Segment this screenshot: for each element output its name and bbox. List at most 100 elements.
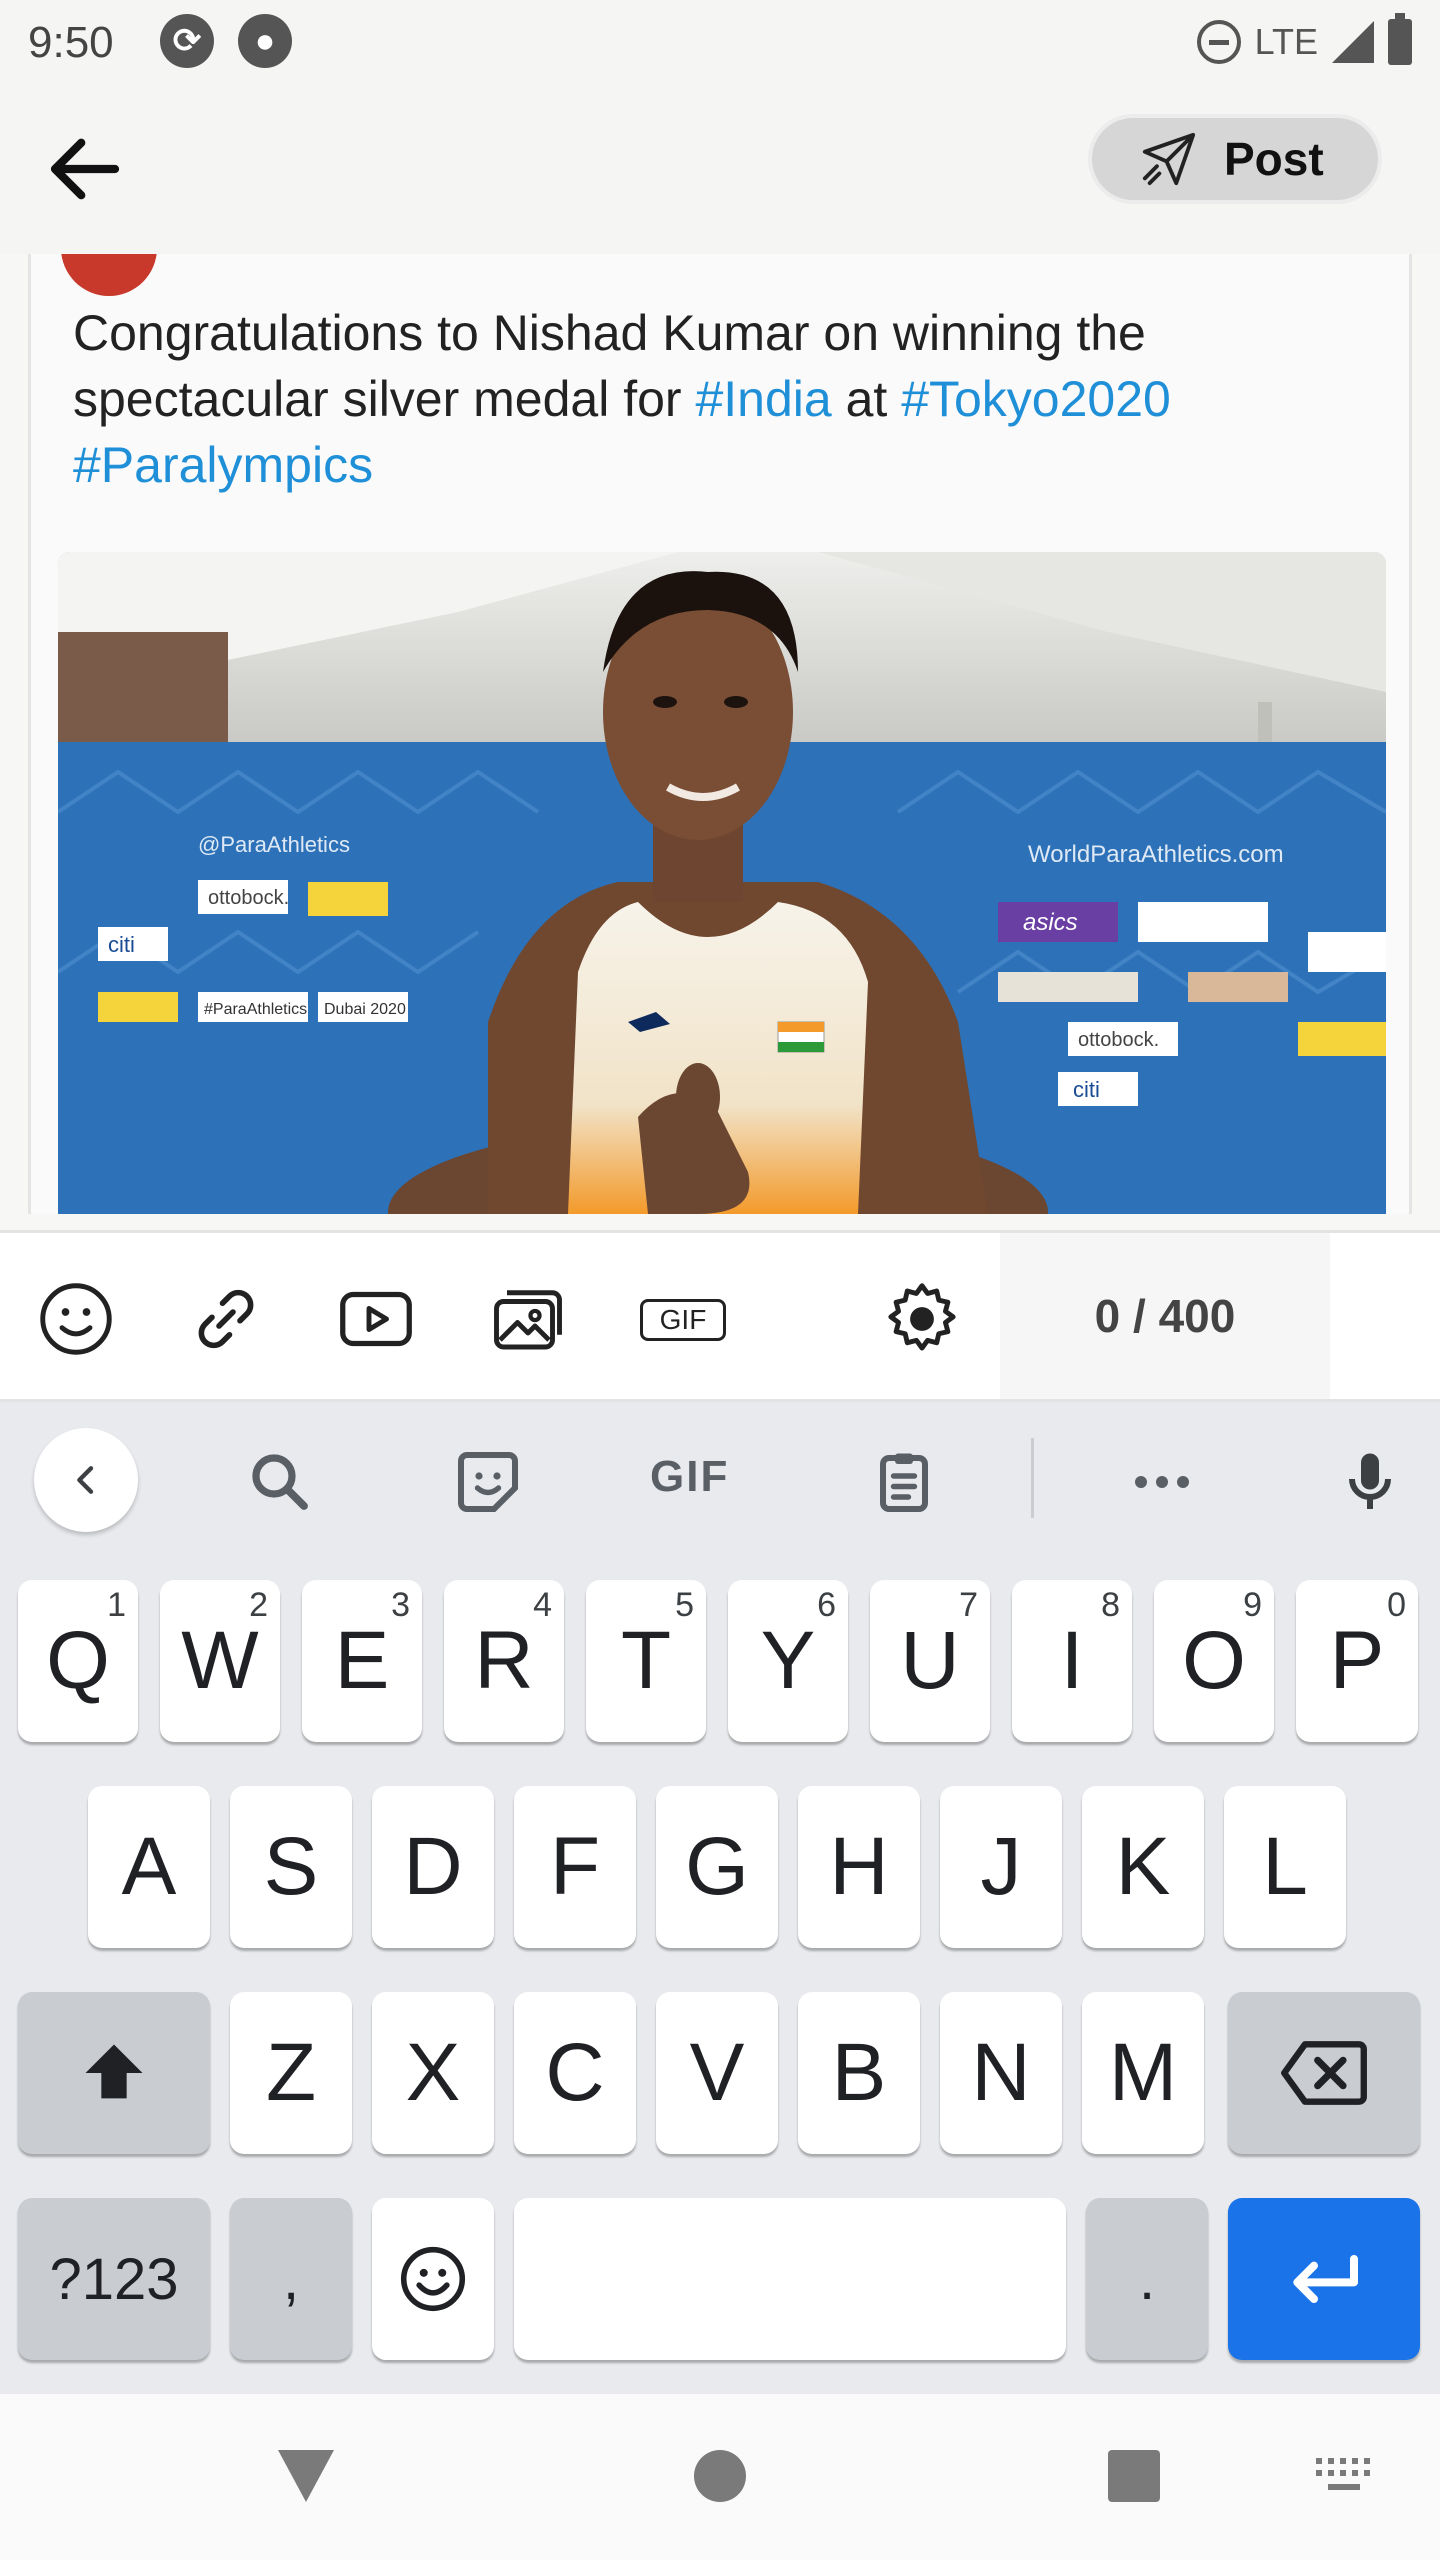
key-hint: 0 <box>1387 1586 1406 1624</box>
hashtag-tokyo2020[interactable]: #Tokyo2020 <box>901 371 1171 427</box>
key-e[interactable]: E3 <box>302 1580 422 1742</box>
do-not-disturb-icon <box>1196 20 1241 64</box>
toolbar-divider <box>1031 1438 1034 1518</box>
key-x[interactable]: X <box>372 1992 494 2154</box>
status-bar: 9:50 ⟳ ● LTE <box>0 0 1440 84</box>
keyboard-collapse-button[interactable] <box>34 1428 138 1532</box>
status-time: 9:50 <box>28 18 114 67</box>
keyboard-switch-icon[interactable] <box>1314 2456 1374 2496</box>
photo-sponsor-ottobock: ottobock. <box>208 887 289 909</box>
key-b[interactable]: B <box>798 1992 920 2154</box>
microphone-icon[interactable] <box>1334 1446 1406 1518</box>
key-k[interactable]: K <box>1082 1786 1204 1948</box>
more-options-icon[interactable] <box>1126 1446 1198 1518</box>
key-label: Q <box>46 1615 110 1706</box>
key-c[interactable]: C <box>514 1992 636 2154</box>
key-label: W <box>181 1615 259 1706</box>
key-hint: 4 <box>533 1586 552 1624</box>
symbols-key[interactable]: ?123 <box>18 2198 210 2360</box>
key-g[interactable]: G <box>656 1786 778 1948</box>
photo-sponsor-asics: asics <box>1023 909 1078 936</box>
post-button-label: Post <box>1224 133 1324 185</box>
key-label: I <box>1060 1615 1084 1706</box>
backspace-icon <box>1281 2041 1367 2105</box>
settings-icon[interactable] <box>880 1277 964 1361</box>
post-button[interactable]: Post <box>1088 114 1382 204</box>
shift-key[interactable] <box>18 1992 210 2154</box>
comma-key[interactable]: , <box>230 2198 352 2360</box>
post-preview-card: Congratulations to Nishad Kumar on winni… <box>28 254 1412 1214</box>
send-icon <box>1142 132 1196 186</box>
soft-keyboard: GIF Q1 W2 E3 R4 T5 Y6 U7 I8 O9 P0 A S D … <box>0 1402 1440 2394</box>
key-hint: 8 <box>1101 1586 1120 1624</box>
key-r[interactable]: R4 <box>444 1580 564 1742</box>
key-m[interactable]: M <box>1082 1992 1204 2154</box>
key-v[interactable]: V <box>656 1992 778 2154</box>
photo-sponsor-citi: citi <box>108 932 135 957</box>
post-photo: @ParaAthletics WorldParaAthletics.com ot… <box>58 552 1386 1214</box>
hashtag-paralympics[interactable]: #Paralympics <box>73 437 373 493</box>
key-hint: 9 <box>1243 1586 1262 1624</box>
key-w[interactable]: W2 <box>160 1580 280 1742</box>
link-icon[interactable] <box>184 1277 268 1361</box>
key-hint: 6 <box>817 1586 836 1624</box>
back-arrow-icon[interactable] <box>40 124 130 214</box>
character-counter: 0 / 400 <box>1000 1233 1330 1399</box>
keyboard-suggestion-bar: GIF <box>0 1402 1440 1552</box>
key-l[interactable]: L <box>1224 1786 1346 1948</box>
hashtag-india[interactable]: #India <box>695 371 831 427</box>
key-n[interactable]: N <box>940 1992 1062 2154</box>
chevron-left-icon <box>77 1466 94 1494</box>
photo-dubai-text: Dubai 2020 <box>324 1001 406 1018</box>
key-s[interactable]: S <box>230 1786 352 1948</box>
photo-handle-text: @ParaAthletics <box>198 832 350 857</box>
key-hint: 2 <box>249 1586 268 1624</box>
key-o[interactable]: O9 <box>1154 1580 1274 1742</box>
key-q[interactable]: Q1 <box>18 1580 138 1742</box>
key-hint: 3 <box>391 1586 410 1624</box>
nav-back-icon[interactable] <box>278 2450 334 2502</box>
post-text: Congratulations to Nishad Kumar on winni… <box>73 300 1373 498</box>
gif-icon[interactable]: GIF <box>640 1299 726 1341</box>
search-icon[interactable] <box>244 1446 316 1518</box>
network-label: LTE <box>1254 21 1318 62</box>
key-label: T <box>620 1615 672 1706</box>
svg-text:citi: citi <box>1073 1077 1100 1102</box>
backspace-key[interactable] <box>1228 1992 1420 2154</box>
key-label: E <box>334 1615 390 1706</box>
key-z[interactable]: Z <box>230 1992 352 2154</box>
photo-hashtag-text: #ParaAthletics <box>204 1001 307 1018</box>
video-icon[interactable] <box>334 1277 418 1361</box>
key-y[interactable]: Y6 <box>728 1580 848 1742</box>
space-key[interactable] <box>514 2198 1066 2360</box>
sticker-icon[interactable] <box>452 1446 524 1518</box>
key-label: Y <box>760 1615 816 1706</box>
keyboard-gif-button[interactable]: GIF <box>650 1452 729 1502</box>
svg-text:ottobock.: ottobock. <box>1078 1029 1159 1051</box>
shift-icon <box>85 2044 143 2099</box>
key-hint: 7 <box>959 1586 978 1624</box>
key-h[interactable]: H <box>798 1786 920 1948</box>
nav-recents-icon[interactable] <box>1108 2450 1160 2502</box>
nav-home-icon[interactable] <box>694 2450 746 2502</box>
image-icon[interactable] <box>486 1277 570 1361</box>
period-key[interactable]: . <box>1086 2198 1208 2360</box>
emoji-icon[interactable] <box>34 1277 118 1361</box>
avatar <box>61 254 157 296</box>
key-label: P <box>1329 1615 1385 1706</box>
sync-icon: ⟳ <box>160 14 214 68</box>
key-a[interactable]: A <box>88 1786 210 1948</box>
key-u[interactable]: U7 <box>870 1580 990 1742</box>
key-f[interactable]: F <box>514 1786 636 1948</box>
key-i[interactable]: I8 <box>1012 1580 1132 1742</box>
enter-key[interactable] <box>1228 2198 1420 2360</box>
emoji-key[interactable] <box>372 2198 494 2360</box>
clipboard-icon[interactable] <box>868 1446 940 1518</box>
key-j[interactable]: J <box>940 1786 1062 1948</box>
key-t[interactable]: T5 <box>586 1580 706 1742</box>
key-label: O <box>1182 1615 1246 1706</box>
key-p[interactable]: P0 <box>1296 1580 1418 1742</box>
enter-icon <box>1293 2255 1358 2303</box>
key-d[interactable]: D <box>372 1786 494 1948</box>
system-nav-bar <box>0 2394 1440 2560</box>
